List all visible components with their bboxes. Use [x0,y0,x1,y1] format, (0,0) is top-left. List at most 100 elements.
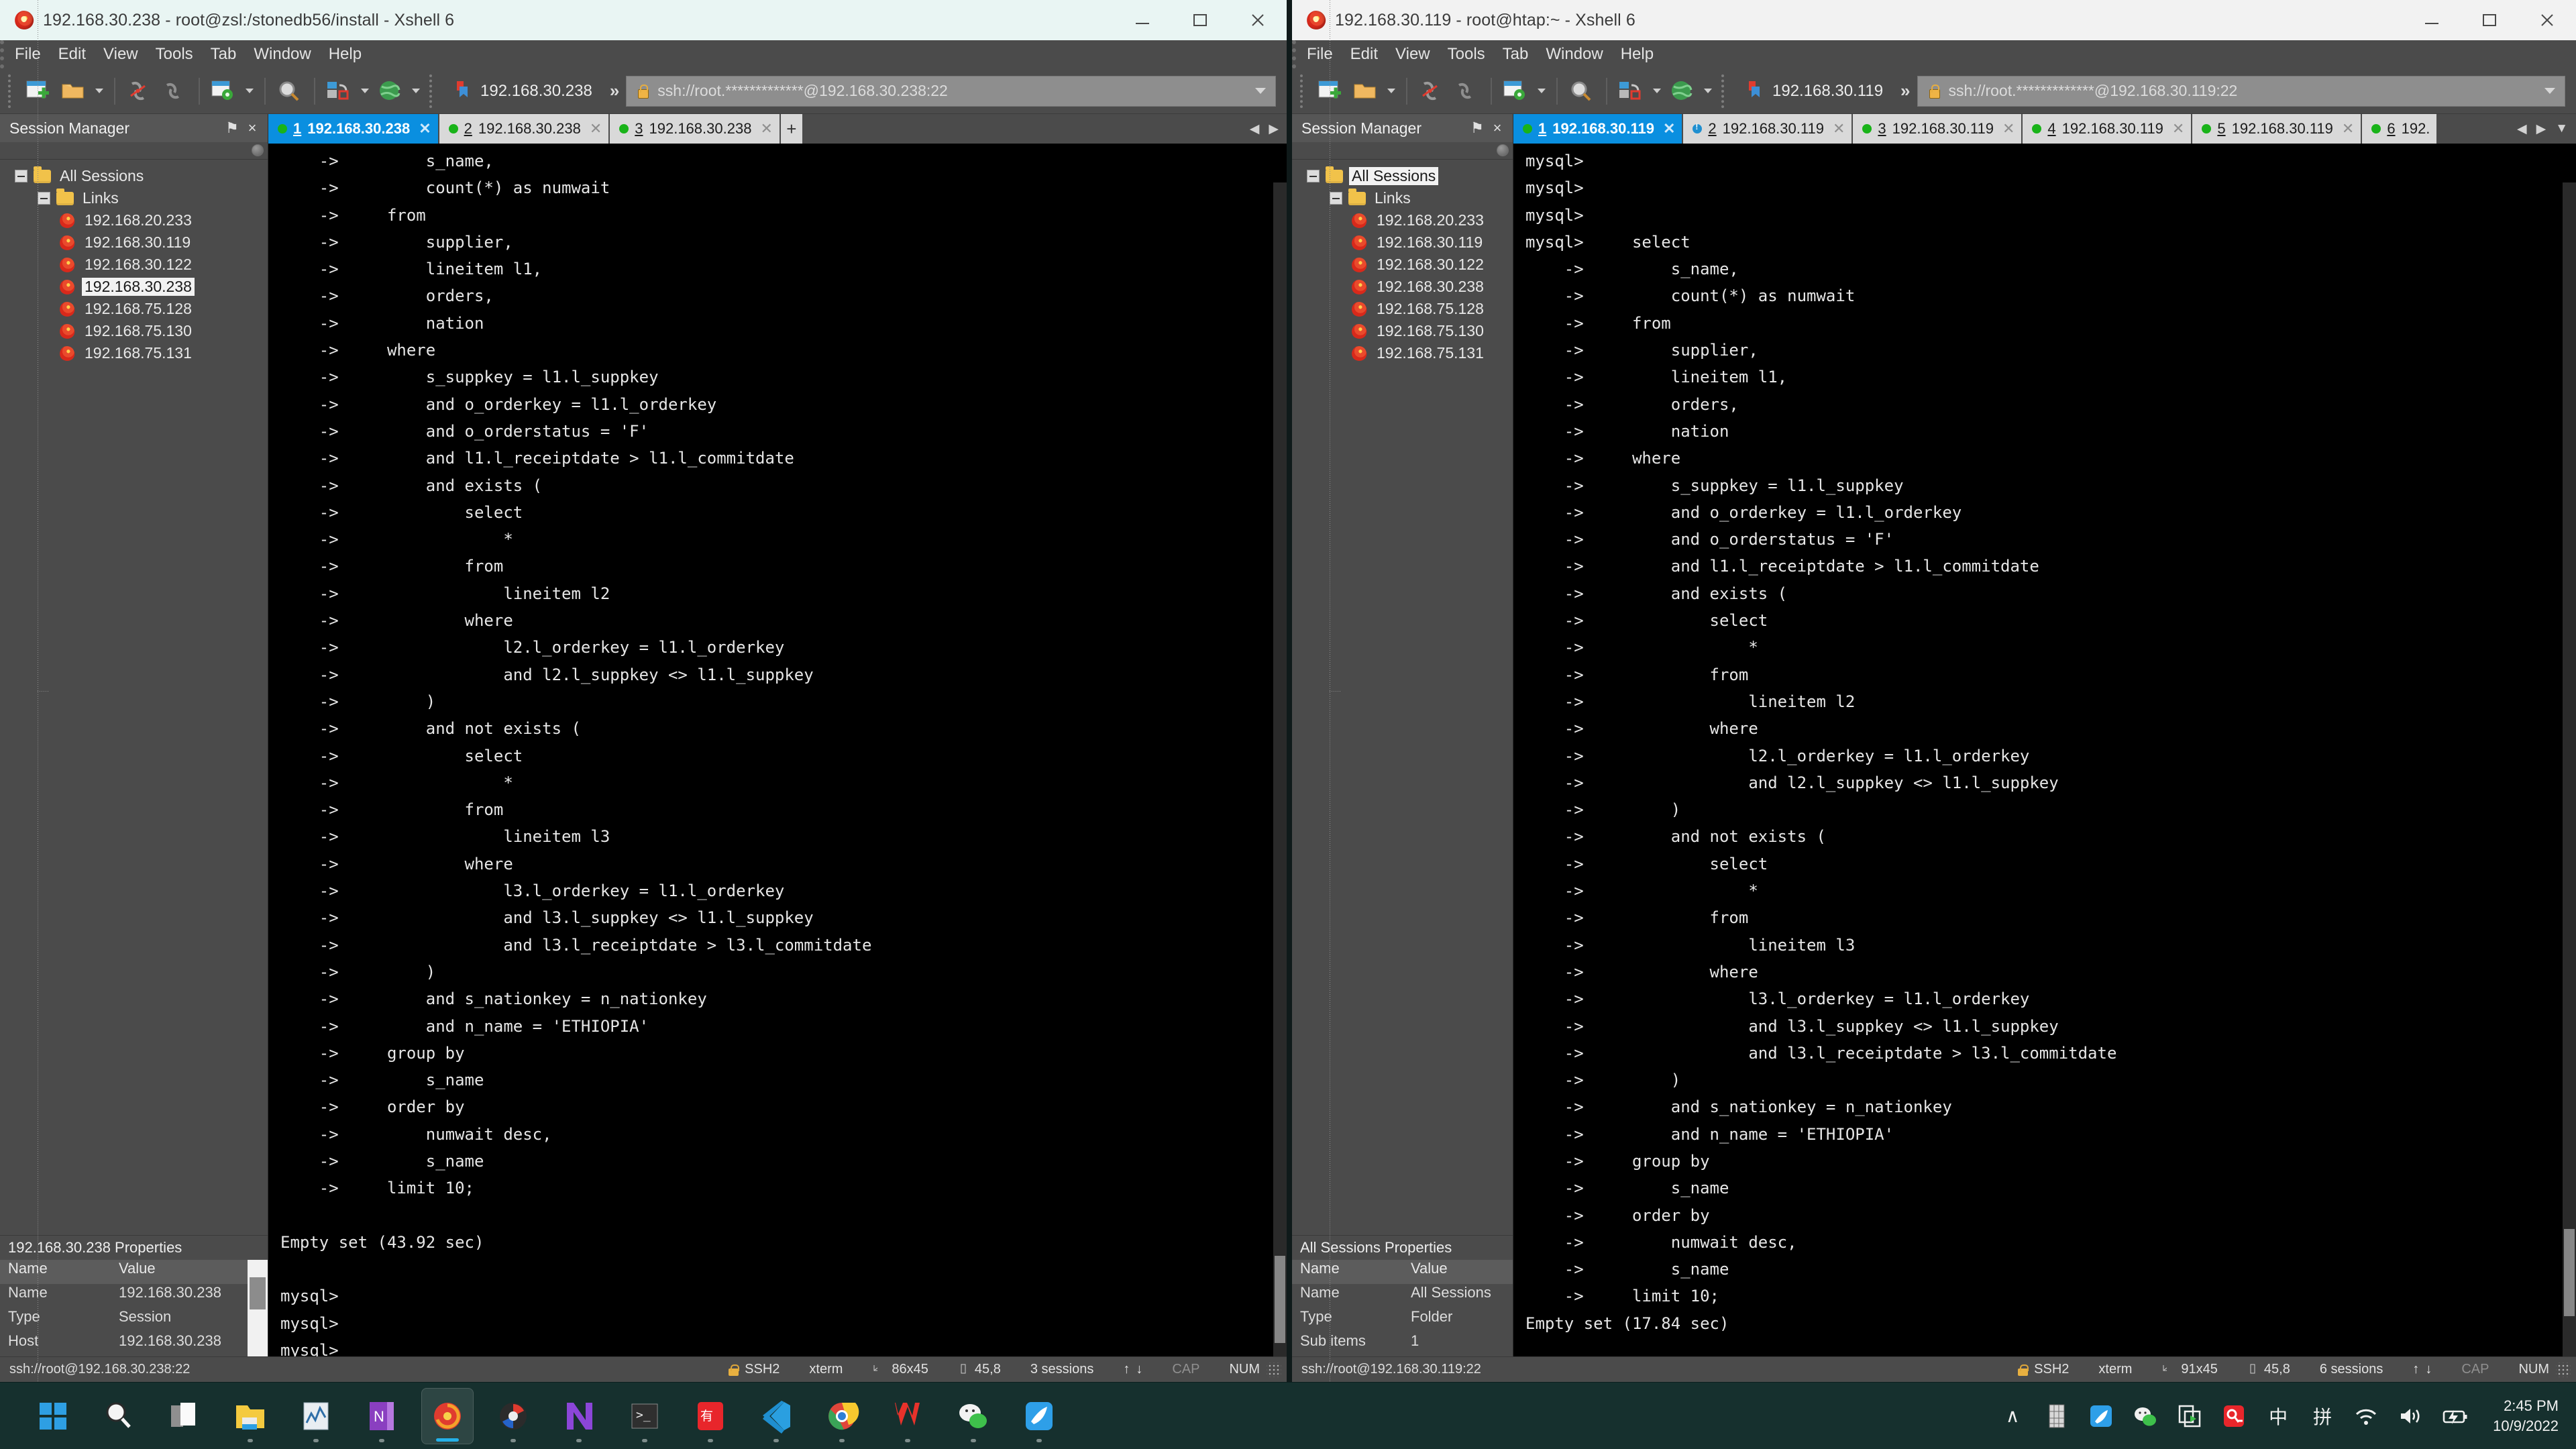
wifi-icon[interactable] [2353,1403,2380,1430]
qq-input-icon[interactable] [2220,1403,2247,1430]
close-button[interactable] [1229,0,1287,40]
resize-grip-icon[interactable] [2556,1362,2571,1377]
open-folder-icon[interactable] [56,74,91,109]
new-tab-button[interactable]: + [780,114,804,144]
session-properties-icon[interactable] [1499,74,1534,109]
menu-view[interactable]: View [1395,45,1430,64]
session-properties-icon[interactable] [207,74,241,109]
tree-node-links[interactable]: Links [7,187,268,209]
ime-pinyin-icon[interactable]: 拼 [2309,1403,2336,1430]
tab-1[interactable]: 1 192.168.30.119 ✕ [1513,114,1684,144]
tab-close-icon[interactable]: ✕ [587,120,602,138]
menu-tab[interactable]: Tab [1503,45,1529,64]
tab-4[interactable]: 4 192.168.30.119 ✕ [2023,114,2193,144]
transfer-file-dropdown-icon[interactable] [1649,74,1665,109]
tab-3[interactable]: 3 192.168.30.119 ✕ [1853,114,2023,144]
tree-session-item[interactable]: 192.168.30.119 [1299,231,1513,254]
tab-nav[interactable]: ◀ ▶ [1242,114,1287,144]
tab-nav[interactable]: ◀ ▶ ▼ [2509,114,2576,144]
quick-session-label[interactable]: 192.168.30.238 [480,82,603,101]
ime-mode-icon[interactable]: 中 [2265,1403,2292,1430]
wechat-tray-icon[interactable] [2132,1403,2159,1430]
session-properties-dropdown-icon[interactable] [1534,74,1550,109]
monitor-app-button[interactable] [290,1388,342,1444]
xshell-button[interactable] [421,1387,474,1444]
menu-view[interactable]: View [103,45,138,64]
menu-tools[interactable]: Tools [1448,45,1485,64]
reconnect-icon[interactable] [157,74,192,109]
menu-help[interactable]: Help [329,45,362,64]
screen-record-icon[interactable] [2176,1403,2203,1430]
tree-session-item[interactable]: 192.168.75.128 [7,298,268,320]
panel-close-icon[interactable]: × [1487,119,1507,137]
tab-close-icon[interactable]: ✕ [757,120,772,138]
terminal-button[interactable]: >_ [619,1388,671,1444]
disconnect-icon[interactable] [122,74,157,109]
wps-button[interactable] [881,1388,934,1444]
toolbar-grip[interactable] [8,74,15,108]
battery-icon[interactable] [2442,1403,2469,1430]
tab-close-icon[interactable]: ✕ [2169,120,2184,138]
tree-session-item[interactable]: 192.168.75.131 [1299,342,1513,364]
navicat-button[interactable] [553,1388,605,1444]
transfer-file-icon[interactable] [322,74,357,109]
feishu-tray-icon[interactable] [2088,1403,2114,1430]
quick-session-grip[interactable] [429,74,436,108]
expander-icon[interactable] [38,192,50,205]
start-button[interactable] [27,1388,79,1444]
maximize-button[interactable] [1171,0,1229,40]
tree-session-item[interactable]: 192.168.30.122 [7,254,268,276]
new-session-icon[interactable] [21,74,56,109]
tree-session-item[interactable]: 192.168.75.128 [1299,298,1513,320]
task-view-button[interactable] [158,1388,211,1444]
reconnect-icon[interactable] [1449,74,1484,109]
tab-list-icon[interactable]: ▼ [2555,121,2568,136]
tab-close-icon[interactable]: ✕ [2339,120,2354,138]
maximize-button[interactable] [2461,0,2518,40]
left-terminal-output[interactable]: -> s_name, -> count(*) as numwait -> fro… [268,144,1287,1356]
feishu-button[interactable] [1013,1388,1065,1444]
expander-icon[interactable] [1330,192,1342,205]
tab-1[interactable]: 1 192.168.30.238 ✕ [268,114,439,144]
pin-icon[interactable]: ⚑ [222,119,242,137]
onenote-button[interactable]: N [356,1388,408,1444]
tab-5[interactable]: 5 192.168.30.119 ✕ [2192,114,2363,144]
quick-session-label[interactable]: 192.168.30.119 [1772,82,1894,101]
minimize-button[interactable] [1114,0,1171,40]
transfer-file-icon[interactable] [1614,74,1649,109]
menu-edit[interactable]: Edit [58,45,86,64]
menu-edit[interactable]: Edit [1350,45,1378,64]
open-folder-dropdown-icon[interactable] [91,74,107,109]
scroll-knob-icon[interactable] [1497,144,1509,156]
address-dropdown-icon[interactable] [2544,88,2555,94]
expander-icon[interactable] [15,170,28,182]
search-button[interactable] [93,1388,145,1444]
menu-file[interactable]: File [1307,45,1333,64]
address-dropdown-icon[interactable] [1255,88,1266,94]
chrome-button[interactable] [816,1388,868,1444]
tree-session-item[interactable]: 192.168.30.119 [7,231,268,254]
menu-tools[interactable]: Tools [156,45,193,64]
panel-close-icon[interactable]: × [242,119,262,137]
tree-session-item[interactable]: 192.168.75.130 [7,320,268,342]
quick-session-grip[interactable] [1721,74,1728,108]
tab-2[interactable]: 2 192.168.30.119 ✕ [1683,114,1854,144]
address-bar[interactable]: ssh://root.*************@192.168.30.119:… [1917,75,2565,107]
tree-session-item[interactable]: 192.168.75.131 [7,342,268,364]
volume-icon[interactable] [2398,1403,2424,1430]
terminal-scrollbar[interactable] [1273,182,1287,1356]
expander-icon[interactable] [1307,170,1320,182]
tree-node-all-sessions-selected[interactable]: All Sessions [1299,165,1513,187]
toolbar-overflow-icon[interactable]: » [603,80,626,101]
minimize-button[interactable] [2403,0,2461,40]
close-button[interactable] [2518,0,2576,40]
menu-file[interactable]: File [15,45,41,64]
tree-node-links[interactable]: Links [1299,187,1513,209]
tab-close-icon[interactable]: ✕ [416,120,431,138]
grid-icon[interactable] [2043,1403,2070,1430]
resize-grip-icon[interactable] [1267,1362,1281,1377]
globe-icon[interactable] [1665,74,1700,109]
tree-node-all-sessions[interactable]: All Sessions [7,165,268,187]
properties-scrollbar[interactable] [248,1260,268,1356]
tab-prev-icon[interactable]: ◀ [1250,121,1260,137]
